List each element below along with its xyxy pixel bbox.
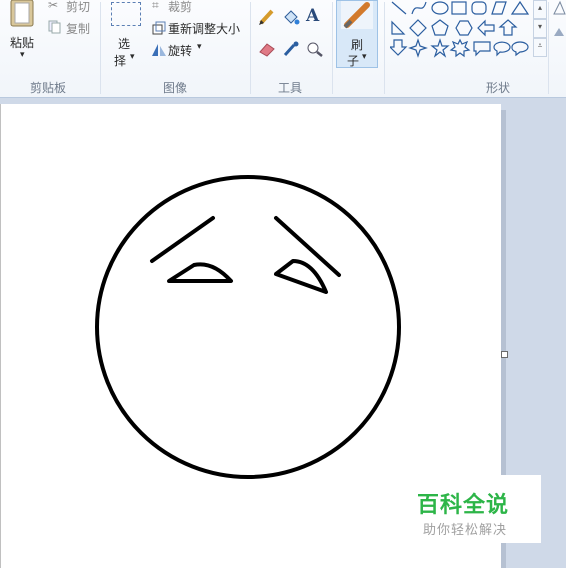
divider — [384, 2, 385, 94]
divider — [250, 2, 251, 94]
chevron-down-icon: ▾ — [362, 52, 367, 62]
curve-shape-icon — [411, 1, 427, 15]
callout-rect-shape-icon — [473, 41, 491, 57]
fill-style-icon[interactable] — [552, 24, 566, 40]
pencil-icon[interactable] — [258, 8, 276, 26]
outline-icon[interactable] — [552, 0, 566, 16]
rectangle-shape-icon — [451, 1, 467, 15]
divider — [548, 2, 549, 94]
left-eye — [167, 262, 233, 283]
oval-shape-icon — [431, 1, 449, 15]
gallery-scroll-down[interactable]: ▾ — [533, 19, 547, 38]
callout-cloud-shape-icon — [511, 41, 529, 57]
crop-button[interactable]: ⌗ 裁剪 — [150, 0, 210, 16]
select-button[interactable]: 选 择 ▾ — [108, 0, 144, 70]
five-point-star-shape-icon — [430, 38, 450, 58]
resize-label: 重新调整大小 — [168, 22, 241, 36]
scissors-icon: ✂ — [48, 0, 59, 12]
polygon-shape-icon — [491, 1, 507, 15]
down-arrow-shape-icon — [390, 39, 408, 56]
right-eye — [274, 259, 328, 294]
line-shape-icon — [391, 1, 407, 15]
face-circle — [95, 175, 401, 479]
selection-icon — [111, 2, 141, 26]
divider — [100, 2, 101, 94]
canvas-resize-handle[interactable] — [501, 351, 508, 358]
diamond-shape-icon — [409, 19, 427, 37]
up-arrow-shape-icon — [498, 19, 518, 36]
paste-label: 粘贴 — [10, 36, 35, 50]
text-icon[interactable]: A — [306, 6, 319, 26]
chevron-down-icon: ▾ — [130, 52, 135, 62]
watermark: 百科全说 助你轻松解决 — [403, 475, 541, 543]
brushes-button[interactable]: 刷 子 ▾ — [336, 0, 378, 68]
copy-icon — [48, 20, 61, 34]
six-point-star-shape-icon — [449, 38, 471, 58]
watermark-title: 百科全说 — [417, 493, 510, 518]
copy-label: 复制 — [66, 22, 91, 36]
crop-label: 裁剪 — [168, 0, 193, 14]
ribbon: 粘贴 ▾ ✂ 剪切 复制 剪贴板 选 择 ▾ ⌗ 裁剪 重新调整大小 旋转 ▾ … — [0, 0, 566, 98]
watermark-subtitle: 助你轻松解决 — [423, 523, 508, 538]
select-label-1: 选 — [118, 37, 131, 51]
tools-group-label: 工具 — [277, 81, 302, 95]
shapes-group-label: 形状 — [485, 81, 510, 95]
gallery-scroll-up[interactable]: ▴ — [533, 0, 547, 19]
gallery-expand[interactable]: ⩡ — [533, 38, 547, 57]
select-label-2: 择 — [114, 54, 127, 68]
rotate-label: 旋转 — [168, 44, 193, 58]
paste-button[interactable]: 粘贴 ▾ — [4, 0, 42, 68]
callout-oval-shape-icon — [493, 41, 511, 57]
rounded-rectangle-shape-icon — [471, 1, 487, 15]
clipboard-group-label: 剪贴板 — [29, 81, 66, 95]
cut-button[interactable]: ✂ 剪切 — [46, 0, 96, 16]
resize-icon — [152, 21, 166, 35]
chevron-down-icon: ▾ — [20, 50, 25, 60]
left-eyebrow — [150, 216, 215, 263]
four-point-star-shape-icon — [408, 38, 428, 58]
cut-label: 剪切 — [66, 0, 91, 14]
eraser-icon[interactable] — [258, 41, 276, 57]
magnifier-icon[interactable] — [306, 41, 324, 57]
brush-icon — [341, 1, 373, 29]
fill-icon[interactable] — [282, 8, 300, 26]
resize-button[interactable]: 重新调整大小 — [150, 19, 245, 37]
chevron-down-icon: ▾ — [197, 42, 202, 52]
brushes-label-2: 子 — [347, 54, 360, 68]
left-arrow-shape-icon — [477, 19, 495, 37]
rotate-button[interactable]: 旋转 ▾ — [150, 41, 210, 59]
brushes-label-1: 刷 — [351, 38, 364, 52]
divider — [332, 2, 333, 94]
shapes-gallery[interactable] — [390, 0, 530, 58]
clipboard-icon — [10, 0, 34, 27]
pentagon-shape-icon — [431, 19, 449, 36]
triangle-shape-icon — [510, 0, 530, 15]
color-picker-icon[interactable] — [282, 41, 300, 57]
rotate-icon — [152, 44, 166, 56]
crop-icon: ⌗ — [152, 0, 159, 12]
image-group-label: 图像 — [162, 81, 187, 95]
hexagon-shape-icon — [455, 20, 473, 36]
copy-button[interactable]: 复制 — [46, 18, 96, 36]
right-triangle-shape-icon — [391, 20, 406, 35]
